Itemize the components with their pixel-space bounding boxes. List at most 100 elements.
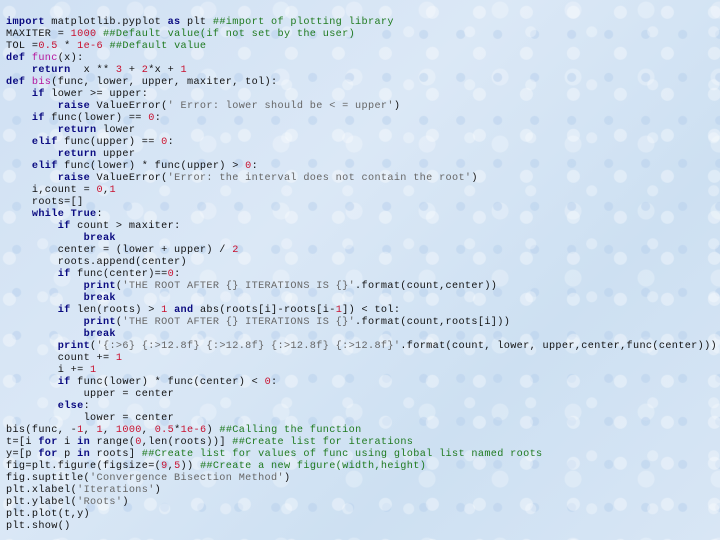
code-block: import matplotlib.pyplot as plt ##import… [6, 17, 717, 533]
code-text: + [122, 65, 142, 76]
code-text: roots=[] [31, 197, 84, 208]
code-text: ]) < tol: [342, 305, 401, 316]
code-line: upper = center [6, 389, 717, 401]
code-text: func(lower) * func(upper) > [57, 161, 246, 172]
code-keyword: print [83, 317, 116, 328]
code-keyword: for [38, 437, 58, 448]
code-keyword: print [57, 341, 91, 352]
code-string: ' Error: lower should be < = upper' [167, 101, 394, 112]
code-line: print('{:>6} {:>12.8f} {:>12.8f} {:>12.8… [6, 341, 717, 353]
code-number: 1e-6 [180, 425, 207, 436]
code-text: count > maxiter: [70, 221, 181, 232]
code-line: roots=[] [6, 197, 717, 209]
code-text: ) [283, 473, 291, 484]
code-text: center = (lower + upper) / [57, 245, 233, 256]
code-line: return upper [6, 149, 717, 161]
code-number: 2 [232, 245, 239, 256]
code-text: )) [180, 461, 194, 472]
code-text: ) [471, 173, 478, 184]
code-text: i [57, 437, 78, 448]
code-text: (func, lower, upper, maxiter, tol): [51, 77, 278, 88]
code-text: func(lower) * func(center) < [70, 377, 265, 388]
code-keyword: if [57, 221, 71, 232]
code-line: plt.show() [6, 521, 717, 533]
code-line: plt.plot(t,y) [6, 509, 717, 521]
code-keyword: if [57, 269, 71, 280]
code-keyword: return [57, 149, 97, 160]
code-comment: ##Create list for values of func using g… [141, 449, 543, 460]
code-text: ) [154, 485, 162, 496]
code-line: elif func(lower) * func(upper) > 0: [6, 161, 717, 173]
code-string: 'THE ROOT AFTER {} ITERATIONS IS {}' [122, 317, 356, 328]
code-keyword: as [167, 17, 181, 28]
code-keyword: import [6, 17, 45, 28]
code-text: plt.plot(t,y) [6, 509, 91, 520]
code-keyword: def [6, 77, 26, 88]
code-line: i,count = 0,1 [6, 185, 717, 197]
code-keyword: if [57, 377, 71, 388]
code-text: plt [180, 17, 213, 28]
code-line: if lower >= upper: [6, 89, 717, 101]
code-line: raise ValueError(' Error: lower should b… [6, 101, 717, 113]
code-line: else: [6, 401, 717, 413]
code-line: break [6, 329, 717, 341]
code-keyword: True [70, 209, 97, 220]
code-keyword: raise [57, 101, 91, 112]
code-number: 1000 [115, 425, 142, 436]
code-comment: ##Create a new figure(width,height) [199, 461, 427, 472]
code-text: matplotlib.pyplot [44, 17, 168, 28]
code-text: , [83, 425, 97, 436]
code-text: i,count = [31, 185, 97, 196]
code-keyword: and [174, 305, 194, 316]
code-text: roots.append(center) [57, 257, 187, 268]
code-number: 0.5 [38, 41, 58, 52]
code-text: , [141, 425, 155, 436]
code-text: , [102, 425, 116, 436]
code-number: 0.5 [154, 425, 175, 436]
code-text: x ** [70, 65, 116, 76]
code-text: .format(count,center)) [355, 281, 498, 292]
code-text: len(roots) > [70, 305, 162, 316]
code-text: : [83, 401, 91, 412]
code-line: y=[p for p in roots] ##Create list for v… [6, 449, 717, 461]
code-string: 'Iterations' [77, 485, 155, 496]
code-text: .format(count,roots[i])) [355, 317, 511, 328]
code-line: fig=plt.figure(figsize=(9,5)) ##Create a… [6, 461, 717, 473]
code-text: func(center)== [70, 269, 168, 280]
code-number: 1 [180, 65, 188, 76]
code-text: i += [57, 365, 91, 376]
code-text: MAXITER = [6, 29, 71, 40]
code-keyword: break [83, 293, 116, 304]
code-line: return lower [6, 125, 717, 137]
code-line: if len(roots) > 1 and abs(roots[i]-roots… [6, 305, 717, 317]
code-text: *x + [148, 65, 181, 76]
code-line: i += 1 [6, 365, 717, 377]
code-text: count += [57, 353, 116, 364]
code-text: : [174, 269, 181, 280]
code-text: plt.xlabel( [6, 485, 78, 496]
code-text: abs(roots[i]-roots[i- [193, 305, 336, 316]
code-line: plt.ylabel('Roots') [6, 497, 717, 509]
code-text: range( [90, 437, 136, 448]
code-line: return x ** 3 + 2*x + 1 [6, 65, 717, 77]
code-text: .format(count, lower, upper,center,func(… [400, 341, 718, 352]
code-line: fig.suptitle('Convergence Bisection Meth… [6, 473, 717, 485]
code-line: t=[i for i in range(0,len(roots))] ##Cre… [6, 437, 717, 449]
code-text: plt.ylabel( [6, 497, 78, 508]
code-text: * [57, 41, 78, 52]
